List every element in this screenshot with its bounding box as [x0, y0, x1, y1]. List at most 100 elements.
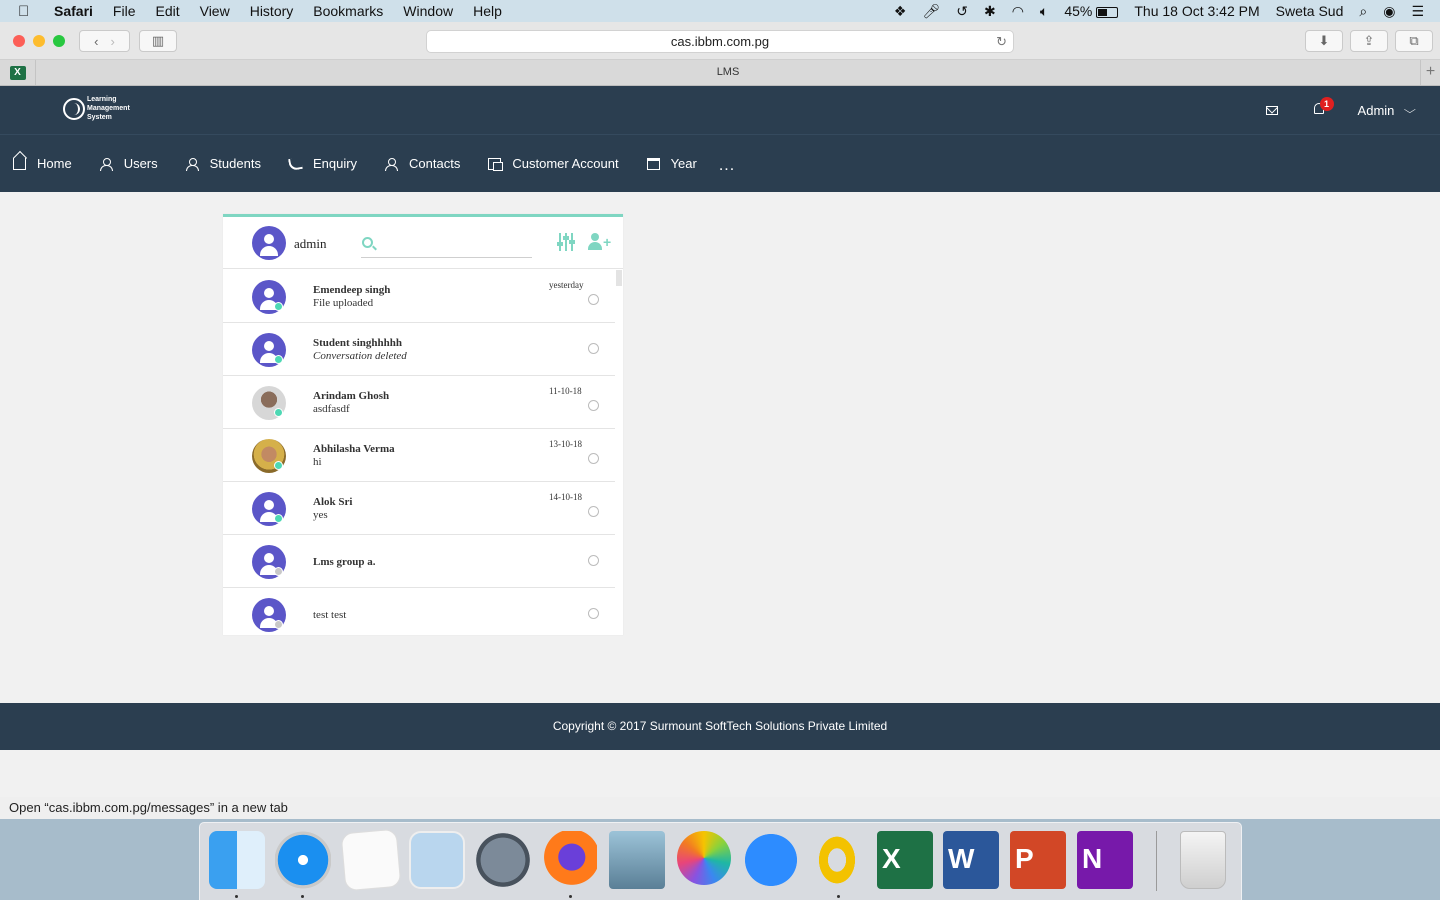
- select-radio[interactable]: [588, 453, 599, 464]
- current-user-avatar[interactable]: [252, 226, 286, 260]
- menu-history[interactable]: History: [250, 3, 294, 19]
- photos-icon[interactable]: [677, 831, 731, 885]
- menu-edit[interactable]: Edit: [155, 3, 179, 19]
- remote-desktop-icon[interactable]: [609, 831, 665, 889]
- scrollbar[interactable]: [616, 270, 622, 286]
- conversation-item[interactable]: Arindam Ghosh asdfasdf 11-10-18: [223, 376, 615, 429]
- conversation-item[interactable]: Abhilasha Verma hi 13-10-18: [223, 429, 615, 482]
- select-radio[interactable]: [588, 294, 599, 305]
- clock[interactable]: Thu 18 Oct 3:42 PM: [1134, 3, 1259, 19]
- tabs-overview-button[interactable]: ⧉: [1395, 30, 1433, 52]
- battery-icon[interactable]: [1096, 3, 1119, 19]
- spotlight-icon[interactable]: ⌕: [1359, 3, 1367, 20]
- siri-icon[interactable]: ◉: [1383, 3, 1395, 20]
- select-radio[interactable]: [588, 343, 599, 354]
- volume-icon[interactable]: 🔈︎: [1040, 3, 1048, 20]
- menu-view[interactable]: View: [200, 3, 230, 19]
- logo-line-3: System: [87, 114, 112, 121]
- conversation-item[interactable]: Emendeep singh File uploaded yesterday: [223, 270, 615, 323]
- nav-year[interactable]: Year: [646, 156, 697, 171]
- sidebar-icon: ▥: [151, 33, 165, 48]
- conversation-item[interactable]: Student singhhhhh Conversation deleted: [223, 323, 615, 376]
- last-message: File uploaded: [313, 297, 374, 309]
- menu-bookmarks[interactable]: Bookmarks: [313, 3, 383, 19]
- bluetooth-icon[interactable]: ✱: [984, 3, 996, 20]
- last-message: hi: [313, 456, 322, 468]
- select-radio[interactable]: [588, 400, 599, 411]
- powerpoint-icon[interactable]: P: [1010, 831, 1066, 889]
- conversation-item[interactable]: test test: [223, 588, 615, 635]
- menu-file[interactable]: File: [113, 3, 136, 19]
- nav-students[interactable]: Students: [185, 156, 261, 171]
- message-date: 11-10-18: [549, 386, 582, 396]
- nav-users-label: Users: [123, 156, 158, 171]
- notification-center-icon[interactable]: ☰: [1411, 3, 1424, 20]
- nav-customer-account[interactable]: Customer Account: [488, 156, 619, 171]
- notifications-button[interactable]: 1: [1312, 97, 1334, 117]
- nav-students-label: Students: [209, 156, 261, 171]
- nav-home[interactable]: Home: [13, 156, 72, 171]
- add-user-icon[interactable]: +: [588, 233, 611, 251]
- wifi-icon[interactable]: ◠: [1012, 3, 1024, 20]
- word-icon[interactable]: W: [943, 831, 999, 889]
- safari-icon[interactable]: [275, 831, 331, 889]
- last-message: Conversation deleted: [313, 350, 407, 362]
- reminders-icon[interactable]: [340, 828, 402, 892]
- dropbox-icon[interactable]: ❖: [894, 3, 907, 20]
- downloads-button[interactable]: ⬇: [1305, 30, 1343, 52]
- conversation-item[interactable]: Lms group a.: [223, 535, 615, 588]
- apple-menu-icon[interactable]: : [18, 3, 40, 20]
- select-radio[interactable]: [588, 608, 599, 619]
- dock: X W P N: [199, 822, 1242, 900]
- conversation-search-input[interactable]: [378, 233, 528, 253]
- nav-home-label: Home: [37, 156, 72, 171]
- trash-icon[interactable]: [1180, 831, 1226, 889]
- mail-icon[interactable]: [1265, 105, 1278, 115]
- pinned-tab-excel[interactable]: X: [0, 60, 36, 85]
- zoom-window-button[interactable]: [53, 35, 65, 47]
- conversation-item[interactable]: Alok Sri yes 14-10-18: [223, 482, 615, 535]
- menu-app-safari[interactable]: Safari: [54, 3, 93, 19]
- tab-lms[interactable]: LMS: [36, 60, 1420, 85]
- excel-icon[interactable]: X: [877, 831, 933, 889]
- site-header: Learning Management System 1 Admin ⌵: [0, 86, 1440, 134]
- finder-icon[interactable]: [209, 831, 265, 889]
- onenote-icon[interactable]: N: [1077, 831, 1133, 889]
- contact-name: Alok Sri: [313, 496, 353, 508]
- preview-icon[interactable]: [409, 831, 465, 889]
- menu-window[interactable]: Window: [403, 3, 453, 19]
- site-logo[interactable]: Learning Management System: [63, 95, 130, 122]
- firefox-icon[interactable]: [541, 831, 597, 889]
- sidebar-toggle-button[interactable]: ▥: [139, 30, 177, 52]
- nav-enquiry[interactable]: Enquiry: [288, 156, 357, 171]
- zoom-icon[interactable]: [743, 831, 799, 889]
- nav-more-button[interactable]: ...: [719, 157, 735, 175]
- search-underline: [361, 257, 532, 258]
- devices-icon: [488, 157, 504, 171]
- share-button[interactable]: ⇪: [1350, 30, 1388, 52]
- user-menu[interactable]: Admin ⌵: [1358, 103, 1417, 118]
- outlook-icon[interactable]: [809, 831, 865, 889]
- menu-help[interactable]: Help: [473, 3, 502, 19]
- conversation-list: Emendeep singh File uploaded yesterday S…: [223, 270, 615, 635]
- time-machine-icon[interactable]: ↺: [956, 3, 968, 20]
- reload-icon[interactable]: ↻: [996, 31, 1007, 52]
- launchpad-icon[interactable]: [475, 831, 531, 889]
- nav-contacts[interactable]: Contacts: [385, 156, 460, 171]
- header-actions: 1 Admin ⌵: [1265, 86, 1440, 134]
- close-window-button[interactable]: [13, 35, 25, 47]
- address-bar[interactable]: cas.ibbm.com.pg ↻: [426, 30, 1014, 53]
- filter-sliders-icon[interactable]: [557, 233, 575, 251]
- nav-users[interactable]: Users: [99, 156, 158, 171]
- select-radio[interactable]: [588, 555, 599, 566]
- microphone-icon[interactable]: 🎤︎: [922, 3, 940, 20]
- minimize-window-button[interactable]: [33, 35, 45, 47]
- back-icon[interactable]: ‹: [94, 34, 98, 49]
- phone-icon: [288, 156, 303, 171]
- select-radio[interactable]: [588, 506, 599, 517]
- user-name[interactable]: Sweta Sud: [1276, 3, 1344, 19]
- forward-icon[interactable]: ›: [111, 34, 115, 49]
- new-tab-button[interactable]: +: [1420, 60, 1440, 85]
- battery-percent[interactable]: 45%: [1064, 3, 1092, 19]
- student-icon: [185, 157, 199, 171]
